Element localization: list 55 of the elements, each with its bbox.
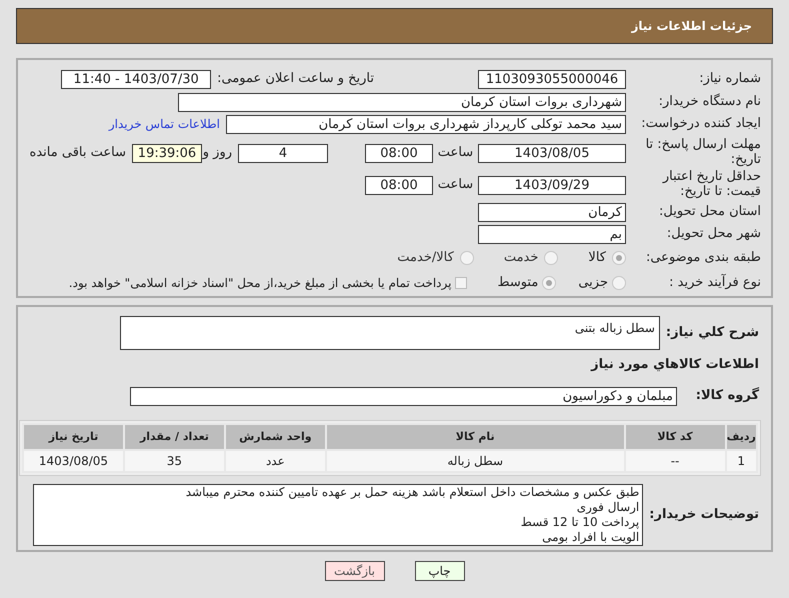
field-label: متوسط [497, 274, 538, 292]
remaining-time-field: 19:39:06 [132, 144, 202, 162]
field-label: جزیی [578, 274, 608, 292]
back-button[interactable]: بازگشت [324, 561, 384, 581]
field-label: روز و [202, 144, 232, 162]
field-label: ساعت باقی مانده [30, 144, 126, 162]
days-field: 4 [238, 144, 328, 162]
buyer-notes-field[interactable]: طبق عکس و مشخصات داخل استعلام باشد هزینه حمل بر عهده تامیین کننده محترم میباشد ارسال فوری پرداخت 10 تا 12 قسط الویت با افراد بومی [33, 484, 644, 546]
section-title: اطلاعات کالاهاي مورد نياز [590, 356, 759, 374]
field-label: طبقه بندی موضوعی: [644, 249, 761, 268]
field-label: تاریخ و ساعت اعلان عمومی: [217, 70, 374, 88]
field-label: ساعت [436, 144, 474, 162]
city-field: بم [478, 224, 626, 244]
field-label: شماره نیاز: [698, 70, 761, 88]
requester-field: سید محمد توکلی کارپرداز شهرداری بروات استان کرمان [226, 114, 626, 134]
field-label: حداقل تاریخ اعتبار قیمت: تا تاریخ: [661, 169, 761, 199]
field-label: ایجاد کننده درخواست: [640, 115, 761, 134]
table-cell: سطل زباله [326, 450, 625, 472]
field-label: نوع فرآیند خرید : [668, 273, 761, 292]
field-label: شهر محل تحویل: [666, 225, 761, 244]
field-label: مهلت ارسال پاسخ: تا تاریخ: [644, 137, 761, 167]
table-cell: 1 [726, 450, 757, 472]
buyer-org-field: شهرداری بروات استان کرمان [178, 92, 626, 112]
table-cell: عدد [224, 450, 326, 472]
field-label: کالا [588, 249, 606, 268]
print-button[interactable]: چاپ [414, 561, 464, 581]
validity-time-field: 08:00 [365, 176, 433, 194]
field-label: پرداخت تمام یا بخشی از مبلغ خرید،از محل "اسناد خزانه اسلامی" خواهد بود. [68, 275, 452, 292]
field-label: استان محل تحویل: [658, 203, 761, 222]
deadline-date-field: 1403/08/05 [478, 144, 626, 162]
field-label: ساعت [436, 176, 474, 194]
need-number-field: 1103093055000046 [478, 70, 626, 88]
field-label: شرح کلي نياز: [666, 324, 759, 342]
field-label: کالا/خدمت [397, 249, 454, 268]
column-header: ردیف [726, 424, 757, 450]
validity-date-field: 1403/09/29 [478, 176, 626, 194]
column-header: کد کالا [624, 424, 726, 450]
field-label: نام دستگاه خریدار: [658, 92, 761, 112]
field-label: گروه کالا: [694, 386, 759, 406]
column-header: تاریخ نیاز [23, 424, 124, 450]
column-header: نام کالا [326, 424, 625, 450]
goods-group-field: مبلمان و دکوراسیون [130, 386, 677, 406]
deadline-time-field: 08:00 [365, 144, 433, 162]
announce-date-field: 1403/07/30 - 11:40 [61, 70, 212, 88]
contact-link[interactable]: اطلاعات تماس خریدار [108, 115, 220, 133]
column-header: واحد شمارش [224, 424, 326, 450]
province-field: کرمان [478, 202, 626, 222]
table-cell: 35 [124, 450, 225, 472]
description-field[interactable]: سطل زباله بتنی [120, 316, 660, 350]
table-cell: 1403/08/05 [23, 450, 124, 472]
column-header: تعداد / مقدار [124, 424, 225, 450]
field-label: خدمت [504, 249, 538, 268]
field-label: توضیحات خریدار: [649, 506, 759, 524]
page-title: جزئیات اطلاعات نیاز [631, 18, 752, 35]
table-cell: -- [624, 450, 726, 472]
